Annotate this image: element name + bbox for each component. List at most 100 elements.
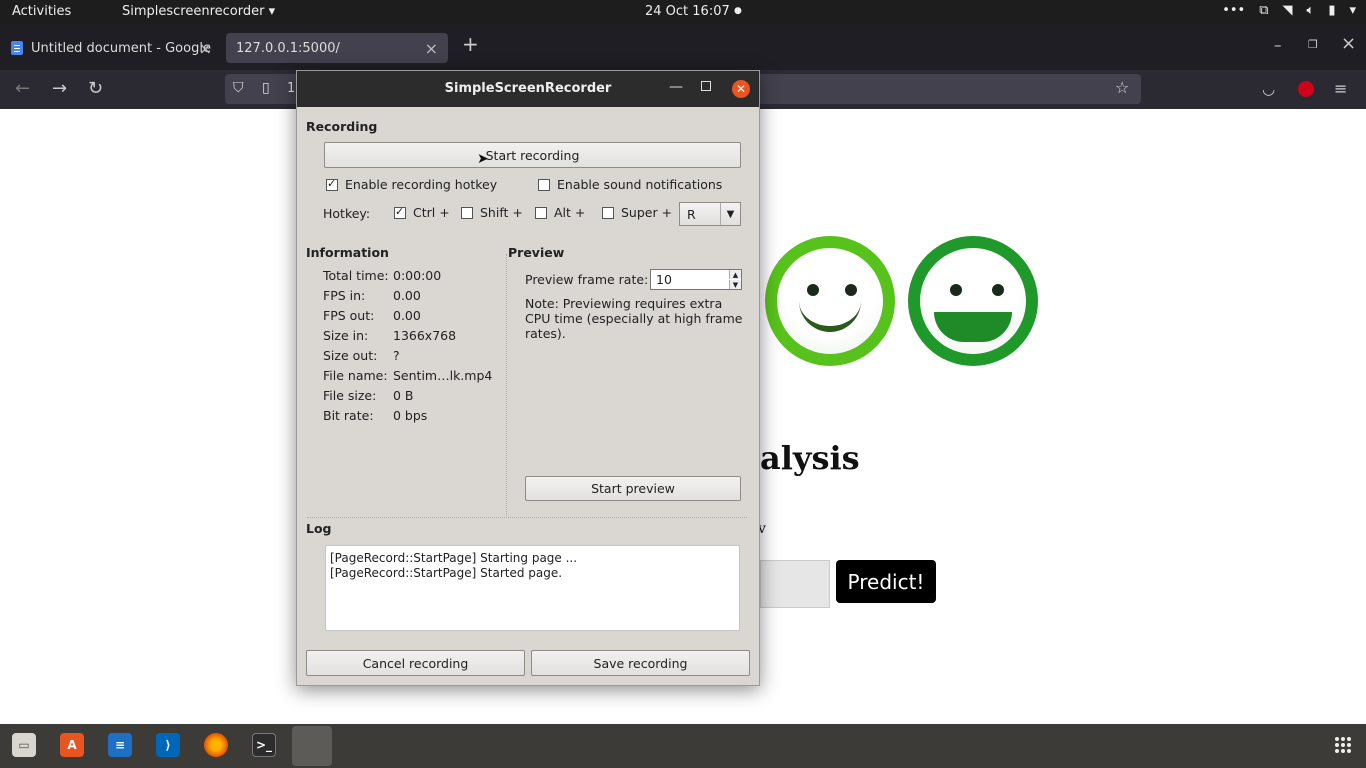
more-icon[interactable]: ••• [1222, 3, 1245, 18]
log-line: [PageRecord::StartPage] Started page. [330, 566, 563, 580]
log-output[interactable]: [PageRecord::StartPage] Starting page ..… [325, 545, 740, 631]
system-menu-chevron-icon[interactable]: ▾ [1349, 3, 1356, 18]
predict-button[interactable]: Predict! [836, 560, 936, 603]
activities-button[interactable]: Activities [12, 4, 71, 19]
back-icon[interactable]: ← [15, 78, 30, 99]
vscode-icon[interactable]: ⟩ [156, 733, 180, 757]
shift-checkbox[interactable]: Shift + [461, 205, 523, 220]
spin-down-icon[interactable]: ▼ [729, 280, 741, 289]
maximize-icon[interactable] [701, 81, 711, 91]
writer-icon[interactable]: ≡ [108, 733, 132, 757]
tab-google-doc[interactable]: Untitled document - Google × [0, 33, 222, 63]
divider [506, 254, 507, 516]
tab-localhost[interactable]: 127.0.0.1:5000/ × [226, 33, 448, 63]
enable-hotkey-checkbox[interactable]: Enable recording hotkey [326, 177, 497, 192]
mouse-cursor-icon: ➤ [477, 151, 489, 167]
url-text[interactable]: 1 [287, 81, 295, 96]
info-value: 0 bps [393, 408, 428, 423]
volume-icon: 🔈︎ [1306, 3, 1315, 18]
close-tab-icon[interactable]: × [425, 39, 438, 58]
info-value: ? [393, 348, 400, 363]
recording-heading: Recording [306, 119, 378, 134]
information-heading: Information [306, 245, 389, 260]
preview-rate-label: Preview frame rate: [525, 272, 649, 287]
info-label: Size out: [323, 348, 378, 363]
battery-icon: ▮ [1328, 3, 1336, 18]
cancel-recording-button[interactable]: Cancel recording [306, 650, 525, 676]
text-input[interactable] [760, 560, 830, 608]
active-app-indicator [292, 726, 332, 766]
minimize-icon[interactable]: — [669, 79, 683, 95]
restore-icon[interactable]: ❐ [1308, 38, 1318, 51]
screen-icon[interactable]: ⧉ [1259, 3, 1268, 18]
terminal-icon[interactable]: >_ [252, 733, 276, 757]
smiley-face-icon [765, 236, 895, 366]
info-label: FPS in: [323, 288, 366, 303]
tab-title: 127.0.0.1:5000/ [236, 40, 340, 56]
info-value: 0:00:00 [393, 268, 442, 283]
checkbox-label: Ctrl + [413, 205, 450, 220]
google-docs-icon [11, 41, 23, 55]
app-menu[interactable]: Simplescreenrecorder ▾ [122, 4, 275, 19]
clock[interactable]: 24 Oct 16:07 [645, 4, 730, 19]
chevron-down-icon: ▼ [720, 203, 740, 225]
software-center-icon[interactable]: A [60, 733, 84, 757]
info-label: File size: [323, 388, 377, 403]
system-tray[interactable]: ••• ⧉ ◥ 🔈︎ ▮ ▾ [1222, 3, 1356, 18]
sound-notifications-checkbox[interactable]: Enable sound notifications [538, 177, 722, 192]
forward-icon[interactable]: → [52, 78, 67, 99]
checkbox-icon [461, 206, 473, 219]
laughing-face-icon [908, 236, 1038, 366]
log-heading: Log [306, 521, 332, 536]
wifi-icon: ◥ [1282, 3, 1293, 18]
checkbox-icon [326, 177, 338, 191]
checkbox-icon [535, 206, 547, 219]
ctrl-checkbox[interactable]: Ctrl + [394, 205, 450, 220]
start-recording-button[interactable]: Start recording [324, 142, 741, 168]
checkbox-label: Alt + [554, 205, 586, 220]
spinbox-value: 10 [656, 272, 672, 287]
minimize-icon[interactable]: – [1274, 36, 1282, 54]
close-window-icon[interactable]: × [1341, 33, 1356, 54]
new-tab-icon[interactable]: + [462, 32, 479, 56]
select-value: R [687, 207, 696, 222]
checkbox-label: Shift + [480, 205, 523, 220]
preview-note: Note: Previewing requires extra CPU time… [525, 296, 743, 341]
hotkey-key-select[interactable]: R ▼ [679, 202, 741, 226]
preview-rate-spinbox[interactable]: 10 ▲ ▼ [650, 269, 742, 290]
bookmark-star-icon[interactable]: ☆ [1115, 78, 1129, 97]
info-value: 0.00 [393, 288, 421, 303]
close-tab-icon[interactable]: × [199, 39, 212, 58]
files-icon[interactable]: ▭ [12, 733, 36, 757]
alt-checkbox[interactable]: Alt + [535, 205, 585, 220]
reload-icon[interactable]: ↻ [88, 78, 103, 99]
checkbox-icon [394, 205, 406, 219]
firefox-icon[interactable] [204, 733, 228, 757]
spin-up-icon[interactable]: ▲ [729, 270, 741, 279]
extension-icon[interactable] [1298, 81, 1314, 97]
close-icon[interactable]: ✕ [732, 80, 750, 98]
dock: ▭ A ≡ ⟩ >_ [0, 724, 1366, 768]
start-preview-button[interactable]: Start preview [525, 476, 741, 501]
super-checkbox[interactable]: Super + [602, 205, 672, 220]
checkbox-icon [538, 178, 550, 191]
top-bar: Activities Simplescreenrecorder ▾ 24 Oct… [0, 0, 1366, 24]
checkbox-label: Enable sound notifications [557, 177, 723, 192]
pocket-icon[interactable]: ◡ [1262, 80, 1275, 98]
shield-icon[interactable]: ⛉ [233, 80, 244, 96]
browser-tab-strip: Untitled document - Google × 127.0.0.1:5… [0, 24, 1366, 70]
info-label: Total time: [323, 268, 389, 283]
checkbox-label: Super + [621, 205, 673, 220]
ssr-titlebar[interactable]: SimpleScreenRecorder — ✕ [297, 71, 759, 107]
save-recording-button[interactable]: Save recording [531, 650, 750, 676]
preview-heading: Preview [508, 245, 565, 260]
info-value: 0.00 [393, 308, 421, 323]
hotkey-label: Hotkey: [323, 206, 371, 221]
notification-dot-icon: ● [734, 6, 742, 16]
info-label: Bit rate: [323, 408, 374, 423]
menu-icon[interactable]: ≡ [1334, 79, 1347, 98]
checkbox-icon [602, 206, 614, 219]
show-apps-icon[interactable] [1335, 737, 1351, 753]
log-line: [PageRecord::StartPage] Starting page ..… [330, 551, 578, 565]
tab-title: Untitled document - Google [31, 40, 211, 56]
